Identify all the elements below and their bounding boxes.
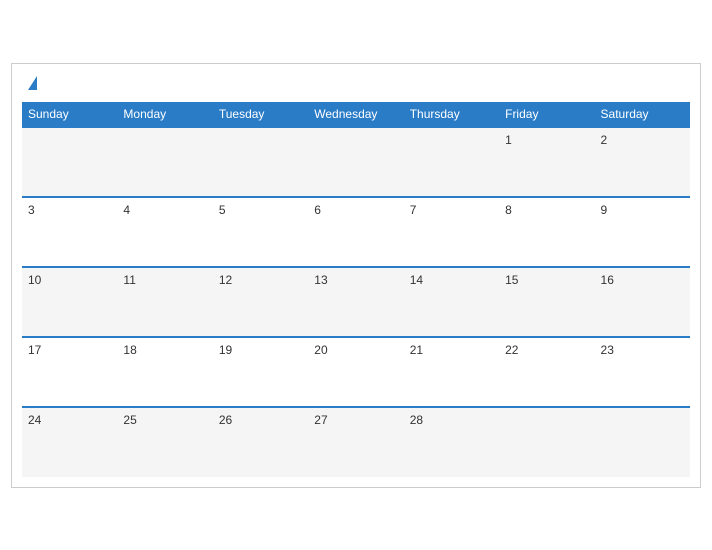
calendar-cell — [404, 127, 499, 197]
calendar-cell — [22, 127, 117, 197]
day-number: 9 — [601, 203, 608, 217]
week-row-2: 10 11 12 13 14 15 16 — [22, 267, 690, 337]
week-row-4: 24 25 26 27 28 — [22, 407, 690, 477]
day-number: 1 — [505, 133, 512, 147]
day-number: 4 — [123, 203, 130, 217]
calendar-cell: 22 — [499, 337, 594, 407]
day-number: 11 — [123, 273, 135, 287]
calendar-cell: 19 — [213, 337, 308, 407]
calendar-cell: 14 — [404, 267, 499, 337]
days-header-row: SundayMondayTuesdayWednesdayThursdayFrid… — [22, 102, 690, 127]
calendar-cell: 18 — [117, 337, 212, 407]
calendar-cell: 21 — [404, 337, 499, 407]
calendar-cell: 1 — [499, 127, 594, 197]
calendar-cell: 25 — [117, 407, 212, 477]
calendar-cell — [117, 127, 212, 197]
day-number: 7 — [410, 203, 417, 217]
day-number: 13 — [314, 273, 327, 287]
day-number: 24 — [28, 413, 41, 427]
calendar-cell: 8 — [499, 197, 594, 267]
calendar-header — [22, 74, 690, 102]
calendar-grid: SundayMondayTuesdayWednesdayThursdayFrid… — [22, 102, 690, 477]
day-number: 12 — [219, 273, 232, 287]
day-number: 26 — [219, 413, 232, 427]
day-number: 15 — [505, 273, 518, 287]
calendar-cell: 11 — [117, 267, 212, 337]
day-header-friday: Friday — [499, 102, 594, 127]
calendar-cell — [213, 127, 308, 197]
day-number: 5 — [219, 203, 226, 217]
day-number: 6 — [314, 203, 321, 217]
day-number: 17 — [28, 343, 41, 357]
day-number: 2 — [601, 133, 608, 147]
calendar-cell: 24 — [22, 407, 117, 477]
day-header-thursday: Thursday — [404, 102, 499, 127]
calendar-cell: 17 — [22, 337, 117, 407]
day-number: 8 — [505, 203, 512, 217]
calendar-cell: 26 — [213, 407, 308, 477]
calendar-cell — [499, 407, 594, 477]
calendar-cell: 10 — [22, 267, 117, 337]
calendar-cell: 2 — [595, 127, 690, 197]
calendar-cell — [308, 127, 403, 197]
week-row-3: 17 18 19 20 21 22 23 — [22, 337, 690, 407]
calendar-cell: 27 — [308, 407, 403, 477]
calendar-cell: 5 — [213, 197, 308, 267]
day-number: 10 — [28, 273, 41, 287]
calendar-cell: 9 — [595, 197, 690, 267]
calendar-cell: 28 — [404, 407, 499, 477]
calendar-cell: 7 — [404, 197, 499, 267]
day-number: 23 — [601, 343, 614, 357]
day-number: 14 — [410, 273, 423, 287]
calendar-cell: 16 — [595, 267, 690, 337]
calendar-cell: 12 — [213, 267, 308, 337]
calendar-cell: 6 — [308, 197, 403, 267]
logo-triangle-icon — [28, 76, 37, 90]
calendar-cell: 15 — [499, 267, 594, 337]
day-number: 21 — [410, 343, 423, 357]
day-number: 25 — [123, 413, 136, 427]
day-number: 22 — [505, 343, 518, 357]
day-header-sunday: Sunday — [22, 102, 117, 127]
calendar-cell: 23 — [595, 337, 690, 407]
logo — [26, 82, 37, 90]
day-header-saturday: Saturday — [595, 102, 690, 127]
calendar-cell: 3 — [22, 197, 117, 267]
day-number: 20 — [314, 343, 327, 357]
week-row-0: 12 — [22, 127, 690, 197]
day-number: 3 — [28, 203, 35, 217]
calendar-cell: 20 — [308, 337, 403, 407]
calendar-container: SundayMondayTuesdayWednesdayThursdayFrid… — [11, 63, 701, 488]
day-number: 27 — [314, 413, 327, 427]
calendar-cell — [595, 407, 690, 477]
day-number: 16 — [601, 273, 614, 287]
day-header-tuesday: Tuesday — [213, 102, 308, 127]
day-number: 28 — [410, 413, 423, 427]
calendar-cell: 13 — [308, 267, 403, 337]
day-number: 18 — [123, 343, 136, 357]
calendar-cell: 4 — [117, 197, 212, 267]
week-row-1: 3 4 5 6 7 8 9 — [22, 197, 690, 267]
day-header-wednesday: Wednesday — [308, 102, 403, 127]
day-number: 19 — [219, 343, 232, 357]
day-header-monday: Monday — [117, 102, 212, 127]
